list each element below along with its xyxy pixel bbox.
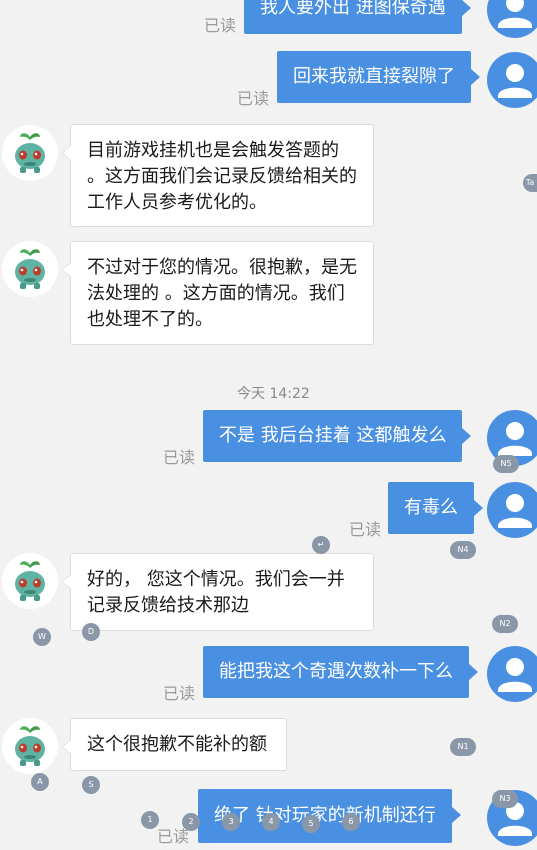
read-status: 已读 [163,684,196,703]
person-icon [498,494,532,528]
overlay-chip[interactable]: Ta [523,174,537,192]
message-bubble[interactable]: 能把我这个奇遇次数补一下么 [203,646,478,698]
overlay-chip[interactable]: 1 [141,811,159,829]
overlay-chip[interactable]: S [82,776,100,794]
time-divider: 今天 14:22 [237,386,310,402]
user-avatar[interactable] [487,0,537,38]
person-icon [498,0,532,28]
message-bubble[interactable]: 有毒么 [388,482,483,534]
message-bubble[interactable]: 不过对于您的情况。很抱歉，是无法处理的 。这方面的情况。我们也处理不了的。 [62,241,374,345]
user-avatar[interactable] [487,646,537,702]
overlay-chip[interactable]: N2 [492,615,518,633]
read-status: 已读 [204,16,237,35]
overlay-chip[interactable]: D [82,623,100,641]
overlay-chip[interactable]: 2 [182,813,200,831]
message-bubble[interactable]: 不是 我后台挂着 这都触发么 [203,410,472,462]
message-bubble[interactable]: 目前游戏挂机也是会触发答题的 。这方面我们会记录反馈给相关的工作人员参考优化的。 [62,124,374,227]
message-bubble[interactable]: 这个很抱歉不能补的额 [62,718,287,771]
chat-area: 我人要外出 进图保奇遇 已读 回来我就直接裂隙了 已读 目前游戏挂机也是会触发答… [0,0,537,850]
overlay-chip[interactable]: 4 [262,813,280,831]
agent-avatar[interactable] [2,241,58,297]
person-icon [498,658,532,692]
agent-avatar[interactable] [2,553,58,609]
overlay-chip[interactable]: N1 [450,738,476,756]
user-avatar[interactable] [487,482,537,538]
agent-avatar[interactable] [2,718,58,774]
read-status: 已读 [237,89,270,108]
bulbasaur-icon [15,726,45,766]
bulbasaur-icon [15,561,45,601]
overlay-chip[interactable]: 3 [222,813,240,831]
read-status: 已读 [163,448,196,467]
overlay-chip[interactable]: W [33,628,51,646]
overlay-chip[interactable]: N4 [450,541,476,559]
bulbasaur-icon [15,133,45,173]
overlay-chip[interactable]: 6 [342,813,360,831]
person-icon [498,64,532,98]
overlay-chip[interactable]: N5 [493,455,519,473]
message-bubble[interactable]: 我人要外出 进图保奇遇 [244,0,471,34]
message-bubble[interactable]: 好的， 您这个情况。我们会一并记录反馈给技术那边 [62,553,374,631]
bulbasaur-icon [15,249,45,289]
agent-avatar[interactable] [2,125,58,181]
overlay-chip[interactable]: N3 [492,790,518,808]
message-bubble[interactable]: 回来我就直接裂隙了 [277,51,480,103]
overlay-chip[interactable]: 5 [302,815,320,833]
read-status: 已读 [349,520,382,539]
user-avatar[interactable] [487,52,537,108]
overlay-chip[interactable]: A [31,773,49,791]
enter-key-chip[interactable]: ↵ [312,536,330,554]
